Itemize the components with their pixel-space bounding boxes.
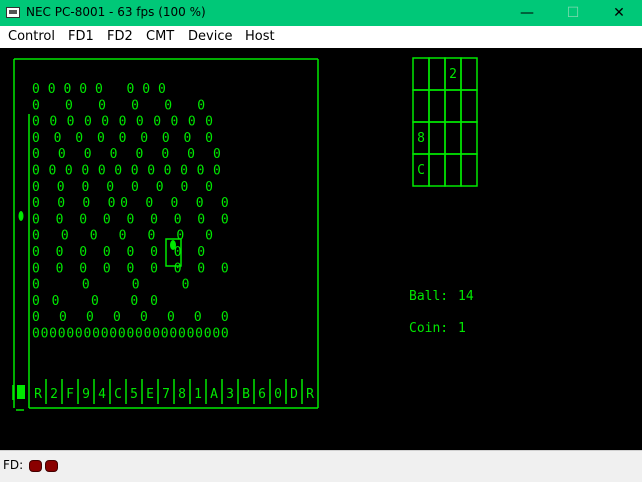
pachinko-playfield: 00000 000 0 0 0 0 0 0 0 0 0 0 0 0 0 0 0 … [12,57,478,411]
slots-layer: R2F94C5E781A3B60DR [34,379,314,404]
scoreboard-cell [444,121,462,155]
slot-label: R [306,387,314,402]
plunger [17,385,25,399]
menu-fd1[interactable]: FD1 [68,29,94,44]
pin-row: 0 0 0 0 0 0 0 0 [32,310,229,325]
slot-label: A [210,387,218,402]
scoreboard-cell [412,89,430,123]
pin-row: 0 0 0 0 [32,278,189,293]
slot-label: F [66,387,74,402]
menu-cmt[interactable]: CMT [146,29,174,44]
pin-row: 0 0 0 0 0 0 0 0 0 [32,212,229,227]
scoreboard-cell [444,89,462,123]
scoreboard-cell [428,89,446,123]
slot-label: C [114,387,122,402]
pin-row: 0 0 0 0 0 0 0 0 [32,245,205,260]
slot-label: 9 [82,387,90,402]
pin-row: 0 0 0 0 0 0 0 0 0 0 0 0 [32,164,221,179]
pins-layer: 00000 000 0 0 0 0 0 0 0 0 0 0 0 0 0 0 0 … [32,82,229,342]
menu-control[interactable]: Control [8,29,55,44]
pin-row: 00000000000000000000000 [32,327,229,342]
window-title: NEC PC-8001 - 63 fps (100 %) [26,5,206,19]
scoreboard-cell [460,89,478,123]
slot-label: 0 [274,387,282,402]
scoreboard-value: 8 [417,131,425,146]
scoreboard-cell [428,121,446,155]
slot-label: 5 [130,387,138,402]
pin-row: 0 0 0 0 0 0 0 0 0 0 0 [32,115,213,130]
scoreboard-cell [428,153,446,187]
scoreboard-cell [460,121,478,155]
pin-row: 00 0 00 [32,294,158,309]
slot-label: E [146,387,154,402]
scoreboard-cell [444,153,462,187]
scoreboard-cell [460,57,478,91]
slot-label: 8 [178,387,186,402]
fd1-led-indicator [29,460,42,472]
slot-label: 6 [258,387,266,402]
scoreboard-value: C [417,163,425,178]
pin-row: 0 0 0 0 0 0 0 0 [32,147,221,162]
launch-ball [18,211,24,221]
menu-host[interactable]: Host [245,29,275,44]
coin-label: Coin: [409,321,448,336]
pin-row: 0 0 0 0 0 0 0 0 0 [32,131,213,146]
title-bar: NEC PC-8001 - 63 fps (100 %) — ☐ ✕ [0,0,642,26]
scoreboard-cell [428,57,446,91]
ball-label: Ball: [409,289,448,304]
menu-bar: Control FD1 FD2 CMT Device Host [0,26,642,48]
pin-row: 00000 000 [32,82,166,97]
scoreboard-cell [460,153,478,187]
slot-label: 4 [98,387,106,402]
menu-device[interactable]: Device [188,29,232,44]
maximize-button[interactable]: ☐ [550,0,596,26]
slot-label: B [242,387,250,402]
slot-label: 7 [162,387,170,402]
slot-label: 3 [226,387,234,402]
pin-row: 0 0 0 0 0 0 [32,98,205,113]
close-button[interactable]: ✕ [596,0,642,26]
pc-icon [6,7,20,18]
scoreboard-grid: 2 8 C [412,57,478,187]
scoreboard-cell [412,57,430,91]
pin-row: 0 0 0 0 0 0 0 [32,229,213,244]
slot-label: 1 [194,387,202,402]
slot-label: 2 [50,387,58,402]
menu-fd2[interactable]: FD2 [107,29,133,44]
fd2-led-indicator [45,460,58,472]
slot-label: R [34,387,42,402]
pin-row: 0 0 0 0 0 0 0 0 0 [32,261,229,276]
slot-label: D [290,387,298,402]
minimize-button[interactable]: — [504,0,550,26]
emulator-screen[interactable]: 00000 000 0 0 0 0 0 0 0 0 0 0 0 0 0 0 0 … [0,48,642,450]
pin-row: 0 0 0 00 0 0 0 0 [32,196,229,211]
status-bar: FD: [0,450,642,482]
coin-count: 1 [458,321,466,336]
pin-row: 0 0 0 0 0 0 0 0 [32,180,213,195]
scoreboard-value: 2 [449,67,457,82]
fd-label: FD: [3,458,24,472]
ball-count: 14 [458,289,474,304]
